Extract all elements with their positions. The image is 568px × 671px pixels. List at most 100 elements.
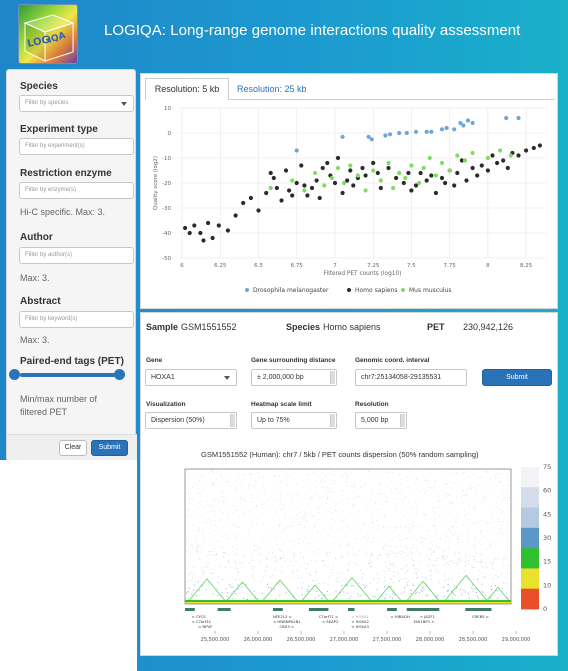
heatmap-cell — [446, 522, 448, 524]
heatmap-cell — [222, 492, 224, 494]
heatmap-cell — [204, 570, 205, 572]
restriction-enzyme-input[interactable]: Filter by enzyme(s) — [19, 182, 134, 199]
x-tick-label: 8 — [486, 263, 490, 269]
heatmap-cell — [447, 578, 449, 580]
heatmap-cell — [238, 527, 240, 529]
visualization-stepper[interactable] — [230, 414, 235, 427]
heatmap-cell — [226, 523, 228, 525]
submit-filters-button[interactable]: Submit — [91, 440, 128, 456]
heatmap-cell — [401, 554, 403, 556]
heatmap-cell — [471, 523, 473, 524]
sample-label: Sample — [146, 322, 179, 332]
heatmap-cell — [502, 521, 503, 523]
heatmap-cell — [425, 594, 427, 596]
distance-input[interactable]: ± 2,000,000 bp — [251, 369, 337, 386]
heatmap-cell — [479, 477, 481, 478]
heatmap-cell — [446, 556, 448, 558]
heatmap-cell — [331, 479, 333, 481]
heatmap-cell — [376, 500, 378, 502]
heatmap-cell — [377, 470, 379, 472]
heatmap-cell — [484, 594, 486, 596]
heatmap-limit-select[interactable]: Up to 75% — [251, 412, 337, 429]
heatmap-cell — [505, 494, 507, 496]
interval-input[interactable]: chr7:25134058-29135531 — [355, 369, 467, 386]
gene-label: CBX3 > — [280, 624, 295, 629]
heatmap-cell — [353, 562, 355, 563]
heatmap-cell — [495, 542, 497, 544]
heatmap-cell — [504, 496, 506, 498]
gene-block — [217, 608, 231, 611]
pet-max-handle[interactable] — [114, 369, 125, 380]
scatter-point — [317, 195, 322, 201]
resolution-value: 5,000 bp — [361, 417, 389, 424]
heatmap-cell — [462, 502, 464, 504]
gene-select[interactable]: HOXA1 — [145, 369, 237, 386]
heatmap-cell — [378, 482, 380, 484]
heatmap-cell — [409, 524, 411, 526]
clear-button[interactable]: Clear — [59, 440, 87, 456]
heatmap-cell — [198, 480, 200, 482]
heatmap-cell — [387, 477, 389, 479]
x-tick-label: 7.75 — [444, 263, 457, 269]
visualization-select[interactable]: Dispersion (50%) — [145, 412, 237, 429]
heatmap-limit-stepper[interactable] — [330, 414, 335, 427]
heatmap-cell — [500, 527, 502, 529]
heatmap-cell — [386, 486, 388, 487]
heatmap-cell — [490, 545, 491, 547]
scatter-point — [314, 178, 319, 183]
heatmap-cell — [449, 548, 451, 550]
heatmap-cell — [367, 563, 369, 565]
abstract-input[interactable]: Filter by keyword(s) — [19, 311, 134, 328]
author-input[interactable]: Filter by author(s) — [19, 247, 134, 264]
heatmap-cell — [353, 485, 355, 487]
heatmap-cell — [417, 527, 419, 529]
heatmap-cell — [412, 521, 414, 523]
distance-stepper[interactable] — [330, 371, 335, 384]
interaction-heatmap: < CYCS< C7orf31< NPVFNFE2L3 >< HNRNPA2B1… — [184, 463, 551, 643]
submit-button[interactable]: Submit — [482, 369, 552, 386]
heatmap-cell — [501, 573, 503, 575]
heatmap-cell — [256, 545, 258, 547]
heatmap-cell — [253, 501, 255, 503]
heatmap-cell — [195, 549, 197, 551]
tab-resolution-25kb[interactable]: Resolution: 25 kb — [237, 84, 307, 94]
heatmap-cell — [480, 530, 482, 532]
heatmap-cell — [385, 501, 386, 502]
heatmap-cell — [407, 511, 409, 513]
heatmap-cell — [242, 498, 243, 500]
heatmap-cell — [209, 511, 210, 513]
heatmap-cell — [404, 551, 406, 553]
pet-range-track[interactable] — [20, 373, 125, 377]
heatmap-cell — [406, 571, 408, 572]
heatmap-cell — [461, 534, 463, 536]
heatmap-cell — [434, 480, 436, 482]
heatmap-cell — [346, 486, 348, 488]
heatmap-cell — [243, 597, 245, 599]
scatter-point — [322, 183, 327, 188]
heatmap-cell — [222, 555, 224, 557]
experiment-type-input[interactable]: Filter by experiment(s) — [19, 138, 134, 155]
resolution-stepper[interactable] — [400, 414, 405, 427]
tab-resolution-5kb[interactable]: Resolution: 5 kb — [145, 78, 229, 100]
heatmap-cell — [272, 499, 274, 501]
scatter-point — [417, 180, 422, 186]
heatmap-cell — [300, 565, 302, 567]
heatmap-cell — [266, 584, 268, 586]
heatmap-cell — [430, 553, 432, 555]
heatmap-cell — [387, 555, 389, 556]
heatmap-cell — [260, 561, 262, 563]
heatmap-cell — [316, 494, 317, 496]
heatmap-cell — [452, 535, 454, 537]
heatmap-cell — [251, 497, 253, 499]
heatmap-cell — [383, 548, 384, 550]
species-select[interactable]: Filter by species — [19, 95, 134, 112]
heatmap-cell — [434, 565, 436, 567]
heatmap-cell — [483, 536, 485, 538]
heatmap-cell — [399, 474, 401, 475]
pet-min-handle[interactable] — [9, 369, 20, 380]
heatmap-cell — [297, 578, 299, 580]
heatmap-cell — [341, 557, 343, 559]
heatmap-cell — [253, 519, 255, 521]
pet-label: Paired-end tags (PET) — [20, 356, 124, 367]
resolution-select[interactable]: 5,000 bp — [355, 412, 407, 429]
